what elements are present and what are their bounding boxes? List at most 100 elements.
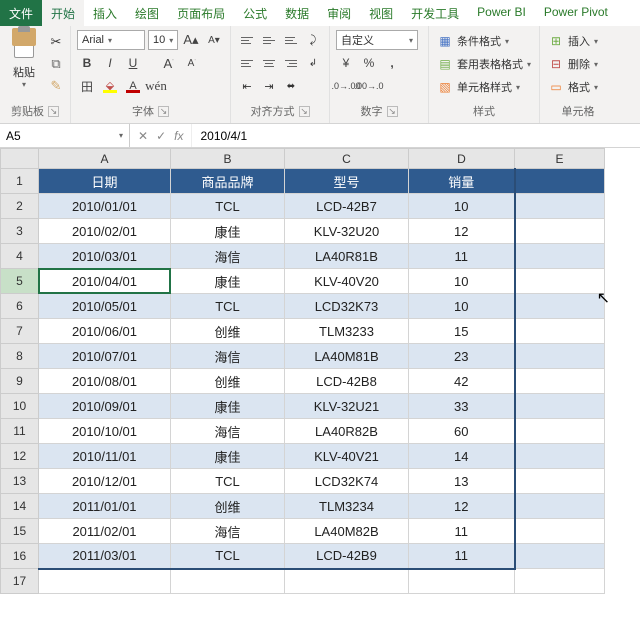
align-left-button[interactable] [237, 53, 257, 73]
cell[interactable] [515, 569, 605, 594]
format-as-table-button[interactable]: ▤套用表格格式▾ [435, 53, 533, 75]
cell[interactable]: LCD-42B8 [285, 369, 409, 394]
cell[interactable]: 2010/08/01 [39, 369, 171, 394]
row-header[interactable]: 17 [1, 569, 39, 594]
cell[interactable] [171, 569, 285, 594]
col-header-A[interactable]: A [39, 149, 171, 169]
name-box[interactable]: ▾ [0, 124, 130, 147]
clipboard-dialog-launcher[interactable]: ↘ [48, 106, 59, 117]
font-size-combo[interactable]: 10▾ [148, 30, 178, 50]
cut-button[interactable]: ✂ [46, 32, 66, 52]
row-header[interactable]: 1 [1, 169, 39, 194]
align-center-button[interactable] [259, 53, 279, 73]
row-header[interactable]: 15 [1, 519, 39, 544]
col-header-E[interactable]: E [515, 149, 605, 169]
format-painter-button[interactable]: ✎ [46, 76, 66, 96]
orientation-button[interactable]: ⤸ [303, 30, 323, 50]
cell[interactable]: 2011/02/01 [39, 519, 171, 544]
number-dialog-launcher[interactable]: ↘ [387, 106, 398, 117]
cell[interactable]: 10 [409, 294, 515, 319]
cell[interactable] [409, 569, 515, 594]
cell[interactable]: KLV-40V21 [285, 444, 409, 469]
cell[interactable] [515, 419, 605, 444]
cell[interactable]: 15 [409, 319, 515, 344]
cell[interactable]: LA40M81B [285, 344, 409, 369]
align-top-button[interactable] [237, 30, 257, 50]
cell[interactable]: 销量 [409, 169, 515, 194]
cell[interactable] [515, 444, 605, 469]
cell[interactable] [39, 569, 171, 594]
underline-button[interactable]: U [123, 53, 143, 73]
row-header[interactable]: 13 [1, 469, 39, 494]
cell[interactable]: 10 [409, 269, 515, 294]
align-bottom-button[interactable] [281, 30, 301, 50]
conditional-format-button[interactable]: ▦条件格式▾ [435, 30, 533, 52]
tab-dev[interactable]: 开发工具 [402, 0, 468, 26]
col-header-C[interactable]: C [285, 149, 409, 169]
cell[interactable]: 创维 [171, 494, 285, 519]
cell[interactable]: 12 [409, 494, 515, 519]
tab-powerbi[interactable]: Power BI [468, 0, 535, 26]
align-right-button[interactable] [281, 53, 301, 73]
cell[interactable] [515, 244, 605, 269]
font-subscript-a[interactable]: A˙ [182, 53, 202, 73]
row-header[interactable]: 14 [1, 494, 39, 519]
paste-button[interactable]: 粘贴 ▾ [4, 28, 44, 89]
cell[interactable]: 创维 [171, 319, 285, 344]
cell[interactable]: 42 [409, 369, 515, 394]
format-cells-button[interactable]: ▭格式▾ [546, 76, 610, 98]
cell[interactable] [285, 569, 409, 594]
cell[interactable]: 商品品牌 [171, 169, 285, 194]
cell[interactable]: 13 [409, 469, 515, 494]
cell[interactable]: TLM3234 [285, 494, 409, 519]
cell[interactable] [515, 519, 605, 544]
row-header[interactable]: 4 [1, 244, 39, 269]
cell[interactable]: 创维 [171, 369, 285, 394]
cell[interactable]: LA40R81B [285, 244, 409, 269]
row-header[interactable]: 16 [1, 544, 39, 569]
confirm-edit-icon[interactable]: ✓ [156, 129, 166, 143]
row-header[interactable]: 3 [1, 219, 39, 244]
insert-cells-button[interactable]: ⊞插入▾ [546, 30, 610, 52]
cell[interactable]: 2010/12/01 [39, 469, 171, 494]
row-header[interactable]: 9 [1, 369, 39, 394]
row-header[interactable]: 2 [1, 194, 39, 219]
cell[interactable] [515, 294, 605, 319]
cell[interactable]: 2010/06/01 [39, 319, 171, 344]
cell[interactable]: 2010/09/01 [39, 394, 171, 419]
accounting-format-button[interactable]: ¥ [336, 53, 356, 73]
cell[interactable]: 23 [409, 344, 515, 369]
cell-styles-button[interactable]: ▧单元格样式▾ [435, 76, 533, 98]
row-header[interactable]: 11 [1, 419, 39, 444]
cell[interactable]: TCL [171, 294, 285, 319]
cell[interactable]: 11 [409, 519, 515, 544]
cell[interactable] [515, 269, 605, 294]
grow-font-button[interactable]: A▴ [181, 30, 201, 50]
row-header[interactable]: 5 [1, 269, 39, 294]
cell[interactable]: 11 [409, 544, 515, 569]
tab-file[interactable]: 文件 [0, 0, 42, 26]
cell[interactable]: 康佳 [171, 269, 285, 294]
col-header-B[interactable]: B [171, 149, 285, 169]
cell[interactable]: 海信 [171, 419, 285, 444]
increase-indent-button[interactable]: ⇥ [259, 76, 279, 96]
font-name-combo[interactable]: Arial▾ [77, 30, 145, 50]
decrease-decimal-button[interactable]: .00→.0 [359, 76, 379, 96]
row-header[interactable]: 7 [1, 319, 39, 344]
italic-button[interactable]: I [100, 53, 120, 73]
cell[interactable]: LCD-42B7 [285, 194, 409, 219]
cell[interactable]: LA40M82B [285, 519, 409, 544]
delete-cells-button[interactable]: ⊟删除▾ [546, 53, 610, 75]
cell[interactable]: TLM3233 [285, 319, 409, 344]
cell[interactable]: 10 [409, 194, 515, 219]
font-dialog-launcher[interactable]: ↘ [158, 106, 169, 117]
cell[interactable]: 2010/05/01 [39, 294, 171, 319]
cell[interactable]: TCL [171, 194, 285, 219]
select-all-corner[interactable] [1, 149, 39, 169]
decrease-indent-button[interactable]: ⇤ [237, 76, 257, 96]
cell[interactable]: KLV-32U21 [285, 394, 409, 419]
cell[interactable]: 康佳 [171, 394, 285, 419]
cell[interactable]: 2010/02/01 [39, 219, 171, 244]
cell[interactable]: 2010/11/01 [39, 444, 171, 469]
number-format-combo[interactable]: 自定义▾ [336, 30, 418, 50]
